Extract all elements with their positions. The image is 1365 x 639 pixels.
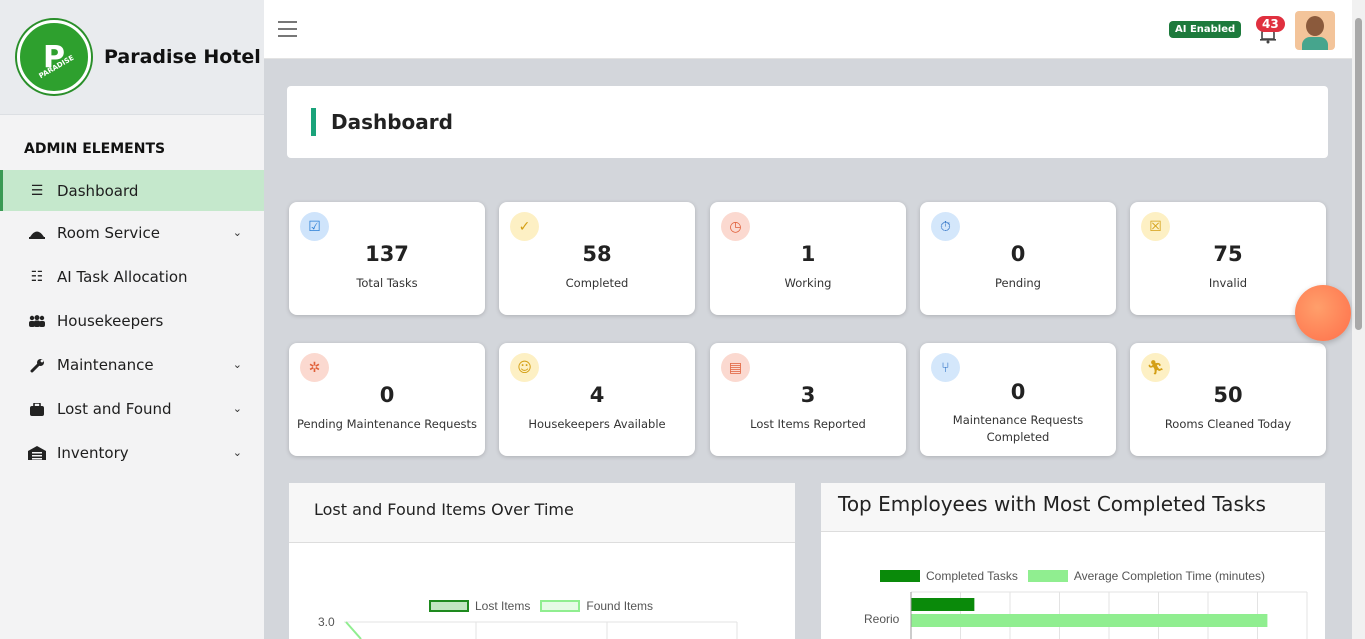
sidebar-item-dashboard[interactable]: ☰ Dashboard: [0, 170, 264, 211]
user-check-icon: ✓: [510, 212, 539, 241]
stopwatch-icon: ⏱: [931, 212, 960, 241]
sidebar-item-ai-task-allocation[interactable]: ☷ AI Task Allocation: [0, 255, 264, 299]
stat-value: 0: [379, 383, 395, 407]
legend-item-avg-time[interactable]: Average Completion Time (minutes): [1027, 569, 1265, 583]
top-employees-plot: [910, 591, 1308, 639]
wrench-icon: [28, 358, 46, 373]
sidebar-section-title: ADMIN ELEMENTS: [24, 141, 166, 157]
stat-card-invalid[interactable]: ☒ 75 Invalid: [1130, 202, 1326, 315]
stat-label: Pending Maintenance Requests: [296, 417, 478, 431]
legend-item-found[interactable]: Found Items: [540, 599, 653, 613]
top-employees-chart-panel: Top Employees with Most Completed Tasks …: [821, 483, 1325, 639]
chart-title: Lost and Found Items Over Time: [289, 483, 795, 543]
lost-found-plot: [344, 621, 738, 639]
stat-value: 3: [800, 383, 816, 407]
sidebar-item-label: Maintenance: [57, 356, 154, 374]
stat-card-pending[interactable]: ⏱ 0 Pending: [920, 202, 1116, 315]
legend-item-completed[interactable]: Completed Tasks: [880, 569, 1018, 583]
people-icon: [28, 315, 46, 327]
stat-label: Invalid: [1208, 276, 1248, 290]
chevron-down-icon[interactable]: ⌄: [233, 226, 242, 239]
legend-item-lost[interactable]: Lost Items: [429, 599, 530, 613]
sidebar-item-room-service[interactable]: Room Service ⌄: [0, 211, 264, 255]
stat-card-working[interactable]: ◷ 1 Working: [710, 202, 906, 315]
stat-value: 58: [582, 242, 612, 266]
stat-value: 4: [589, 383, 605, 407]
chart-legend: Completed Tasks Average Completion Time …: [880, 569, 1275, 583]
lost-found-chart-panel: Lost and Found Items Over Time Lost Item…: [289, 483, 795, 639]
sidebar-item-label: Dashboard: [57, 181, 139, 200]
clock-icon: ◷: [721, 212, 750, 241]
sidebar: P PARADISE Paradise Hotel ADMIN ELEMENTS…: [0, 0, 264, 639]
chart-title: Top Employees with Most Completed Tasks: [821, 483, 1325, 532]
sidebar-item-housekeepers[interactable]: Housekeepers: [0, 299, 264, 343]
stat-label: Pending: [995, 276, 1041, 290]
stat-card-maintenance-completed[interactable]: ⑂ 0 Maintenance Requests Completed: [920, 343, 1116, 456]
merge-icon: ⑂: [931, 353, 960, 382]
bar-average-completion-time[interactable]: [911, 614, 1268, 627]
stat-card-total-tasks[interactable]: ☑ 137 Total Tasks: [289, 202, 485, 315]
avatar[interactable]: [1295, 11, 1335, 50]
user-icon: ☺: [510, 353, 539, 382]
stat-label: Total Tasks: [356, 276, 418, 290]
chevron-down-icon[interactable]: ⌄: [233, 402, 242, 415]
warehouse-icon: [28, 446, 46, 460]
stat-card-lost-items-reported[interactable]: ▤ 3 Lost Items Reported: [710, 343, 906, 456]
clipboard-x-icon: ☒: [1141, 212, 1170, 241]
sidebar-item-label: Housekeepers: [57, 312, 164, 330]
sidebar-item-lost-and-found[interactable]: Lost and Found ⌄: [0, 387, 264, 431]
stat-value: 0: [1010, 380, 1026, 404]
brand-name: Paradise Hotel: [104, 46, 261, 68]
stat-value: 1: [800, 242, 816, 266]
report-icon: ▤: [721, 353, 750, 382]
stat-card-pending-maintenance[interactable]: ✲ 0 Pending Maintenance Requests: [289, 343, 485, 456]
chevron-down-icon[interactable]: ⌄: [233, 358, 242, 371]
sidebar-item-maintenance[interactable]: Maintenance ⌄: [0, 343, 264, 387]
stat-label: Rooms Cleaned Today: [1164, 417, 1292, 431]
ai-enabled-badge: AI Enabled: [1169, 21, 1242, 38]
spinner-icon: ✲: [300, 353, 329, 382]
page-title: Dashboard: [331, 110, 453, 134]
topbar: AI Enabled 43: [264, 0, 1352, 59]
checklist-icon: ☷: [30, 269, 44, 285]
stat-value: 137: [365, 242, 409, 266]
stat-card-rooms-cleaned[interactable]: 🏃︎ 50 Rooms Cleaned Today: [1130, 343, 1326, 456]
stat-value: 50: [1213, 383, 1243, 407]
list-icon: ☰: [30, 182, 44, 199]
floating-action-button[interactable]: [1295, 285, 1351, 341]
running-icon: 🏃︎: [1141, 353, 1170, 382]
page-header: Dashboard: [287, 86, 1328, 158]
stat-value: 75: [1213, 242, 1243, 266]
briefcase-icon: [28, 402, 46, 416]
stat-label: Maintenance Requests Completed: [952, 413, 1084, 444]
stat-card-housekeepers-available[interactable]: ☺ 4 Housekeepers Available: [499, 343, 695, 456]
cloche-icon: [28, 227, 46, 239]
bar-completed-tasks[interactable]: [911, 598, 975, 611]
hotel-logo[interactable]: P PARADISE: [17, 20, 91, 94]
sidebar-item-label: Lost and Found: [57, 400, 172, 418]
sidebar-item-label: Room Service: [57, 224, 160, 242]
chevron-down-icon[interactable]: ⌄: [233, 446, 242, 459]
menu-toggle-icon[interactable]: [278, 21, 297, 42]
sidebar-item-inventory[interactable]: Inventory ⌄: [0, 431, 264, 475]
stat-label: Completed: [565, 276, 629, 290]
chart-legend: Lost Items Found Items: [429, 599, 663, 613]
page-scrollbar[interactable]: [1352, 0, 1365, 639]
stat-label: Housekeepers Available: [528, 417, 666, 431]
stat-card-completed[interactable]: ✓ 58 Completed: [499, 202, 695, 315]
sidebar-item-label: AI Task Allocation: [57, 268, 188, 286]
clipboard-check-icon: ☑: [300, 212, 329, 241]
brand: P PARADISE Paradise Hotel: [0, 0, 264, 115]
sidebar-item-label: Inventory: [57, 444, 129, 462]
stat-label: Lost Items Reported: [750, 417, 866, 431]
stat-value: 0: [1010, 242, 1026, 266]
notification-count-badge[interactable]: 43: [1256, 16, 1285, 32]
found-items-line: [345, 621, 362, 639]
stat-label: Working: [784, 276, 832, 290]
